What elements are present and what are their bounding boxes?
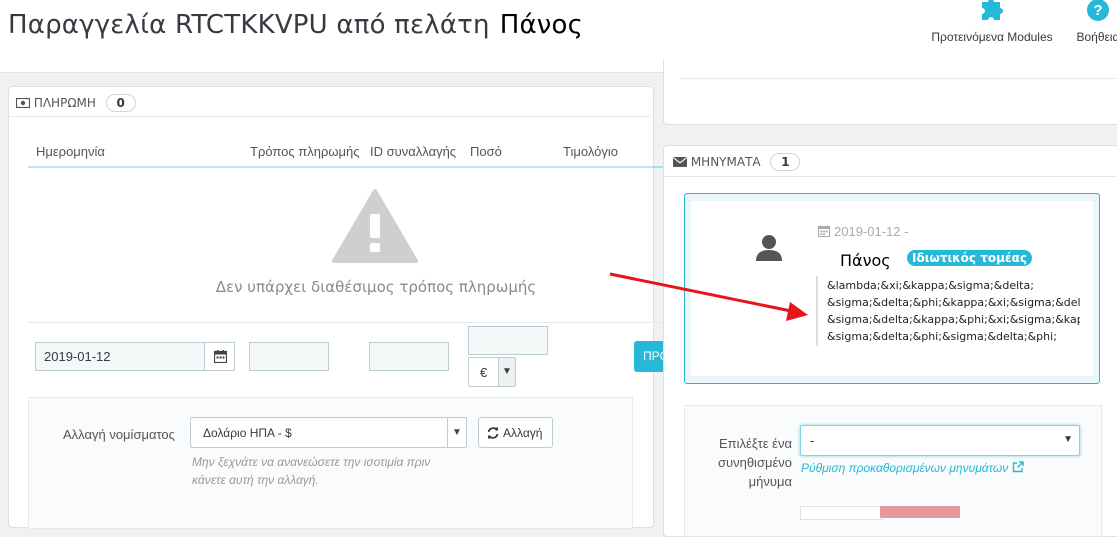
currency-change-label-btn: Αλλαγή [503,426,542,440]
page-title-customer: Πάνος [500,10,583,40]
calendar-icon [818,225,830,237]
chevron-down-icon: ▼ [1063,434,1073,445]
annotation-arrow-icon [600,266,820,326]
help-label: Βοήθεια [1077,30,1117,44]
currency-symbol: € [480,365,487,380]
transaction-id-input[interactable] [369,342,449,371]
message-line: &sigma;&delta;&phi;&sigma;&delta;&phi; [827,328,1080,345]
divider [9,116,651,117]
divider [680,78,1117,79]
configure-messages-label: Ρύθμιση προκαθορισμένων μηνυμάτων [801,461,1008,475]
col-amount: Ποσό [470,144,502,159]
user-avatar-icon [755,234,783,262]
amount-input[interactable] [468,326,548,355]
recommended-modules-label: Προτεινόμενα Modules [931,30,1052,44]
message-line: &sigma;&delta;&kappa;&phi;&xi;&sigma;&ka… [827,311,1080,328]
currency-change-button[interactable]: Αλλαγή [478,417,553,448]
col-date: Ημερομηνία [36,144,105,159]
predefined-message-select[interactable]: - ▼ [800,425,1080,456]
primary-button[interactable] [880,506,960,518]
message-private-tag: Ιδιωτικός τομέας [907,250,1032,266]
divider [28,322,664,323]
message-line: &lambda;&xi;&kappa;&sigma;&delta; [827,277,1080,294]
predefined-message-label: Επιλέξτε ένα συνηθισμένο μήνυμα [706,434,792,491]
external-link-icon [1012,461,1024,473]
refresh-icon [487,427,499,439]
svg-text:?: ? [1093,2,1102,19]
envelope-icon [673,157,687,167]
money-icon [16,98,30,108]
help-icon: ? [1086,0,1110,22]
payment-count-badge: 0 [106,94,136,112]
chevron-down-icon: ▼ [447,418,466,447]
message-date: 2019-01-12 - [834,224,908,239]
predefined-message-value: - [810,433,814,448]
configure-messages-link[interactable]: Ρύθμιση προκαθορισμένων μηνυμάτων [801,461,1024,475]
secondary-button[interactable] [800,506,883,520]
recommended-modules-button[interactable]: Προτεινόμενα Modules [924,0,1060,44]
page-title-text: Παραγγελία RTCTKKVPU από πελάτη [8,10,490,40]
top-right-panel [663,60,1117,125]
message-author: Πάνος [840,251,891,270]
messages-title: ΜΗΝΥΜΑΤΑ [691,155,761,169]
table-header-underline [28,166,664,168]
payment-date-input[interactable]: 2019-01-12 [35,342,205,371]
messages-panel-heading: ΜΗΝΥΜΑΤΑ 1 [673,153,800,171]
message-body: &lambda;&xi;&kappa;&sigma;&delta; &sigma… [827,277,1080,345]
currency-selected-value: Δολάριο ΗΠΑ - $ [203,426,292,440]
puzzle-icon [978,0,1006,22]
divider [664,176,1117,177]
currency-select[interactable]: € ▼ [468,357,516,387]
payment-date-value: 2019-01-12 [44,349,111,364]
payment-method-input[interactable] [249,342,329,371]
calendar-button[interactable] [204,342,235,371]
page-title: Παραγγελία RTCTKKVPU από πελάτη Πάνος [8,10,583,40]
col-invoice: Τιμολόγιο [563,144,618,159]
currency-change-label: Αλλαγή νομίσματος [63,427,175,442]
help-button[interactable]: ? Βοήθεια [1068,0,1117,44]
message-line: &sigma;&delta;&phi;&kappa;&xi;&sigma;&de… [827,294,1080,311]
col-transaction-id: ID συναλλαγής [370,144,456,159]
calendar-icon [214,350,227,363]
payment-panel-heading: ΠΛΗΡΩΜΗ 0 [16,94,136,112]
payment-title: ΠΛΗΡΩΜΗ [34,96,96,110]
chevron-down-icon: ▼ [498,358,515,386]
warning-icon [332,188,418,264]
col-payment-method: Τρόπος πληρωμής [250,144,360,159]
messages-count-badge: 1 [770,153,800,171]
currency-change-note: Μην ξεχνάτε να ανανεώσετε την ισοτιμία π… [192,453,462,489]
currency-change-select[interactable]: Δολάριο ΗΠΑ - $ ▼ [190,417,467,448]
